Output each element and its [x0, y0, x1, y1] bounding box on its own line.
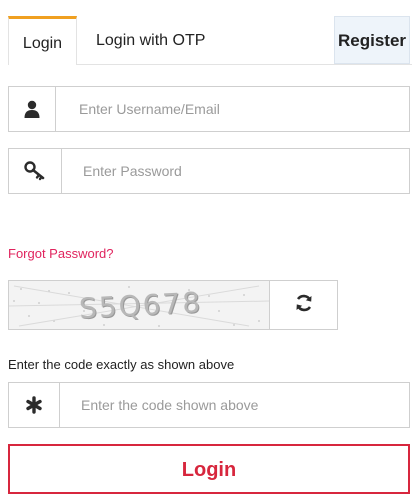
register-button[interactable]: Register	[334, 16, 410, 64]
auth-tabs: Login Login with OTP Register	[8, 16, 412, 65]
captcha-code-input[interactable]	[81, 383, 401, 427]
tab-login-with-otp[interactable]: Login with OTP	[96, 16, 205, 64]
captcha-image: S5Q678	[8, 280, 270, 330]
login-button[interactable]: Login	[8, 444, 410, 494]
captcha-text: S5Q678	[78, 285, 203, 326]
username-field	[8, 86, 410, 132]
refresh-captcha-button[interactable]	[270, 280, 338, 330]
tab-login[interactable]: Login	[8, 16, 77, 65]
key-icon	[9, 149, 62, 193]
forgot-password-link[interactable]: Forgot Password?	[8, 246, 114, 261]
password-input[interactable]	[83, 149, 403, 193]
asterisk-icon	[9, 383, 60, 427]
password-field	[8, 148, 410, 194]
captcha-code-field	[8, 382, 410, 428]
user-icon	[9, 87, 56, 131]
captcha-hint: Enter the code exactly as shown above	[8, 357, 235, 372]
refresh-icon	[294, 293, 314, 318]
username-input[interactable]	[79, 87, 399, 131]
